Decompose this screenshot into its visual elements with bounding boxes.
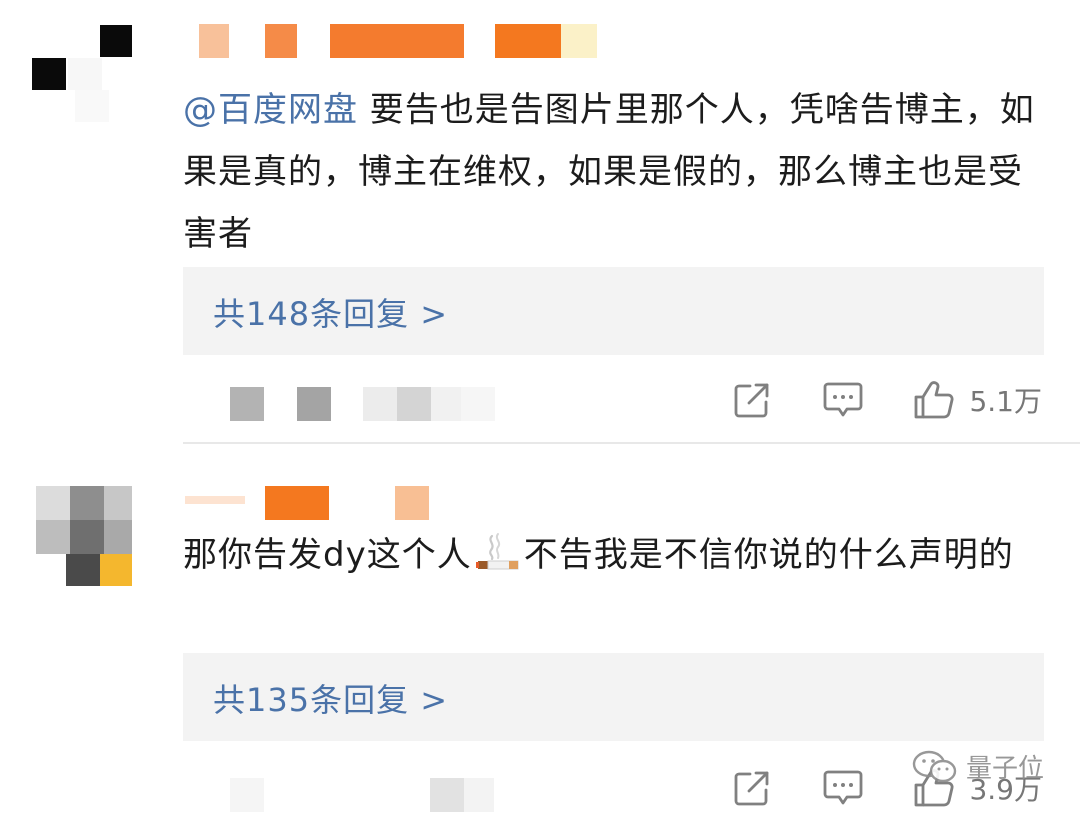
wechat-logo-icon: [912, 750, 957, 782]
comment-icon: [824, 382, 863, 417]
comment-item: @百度网盘 要告也是告图片里那个人，凭啥告博主，如果是真的，博主在维权，如果是假…: [0, 0, 1080, 444]
comment-text: 那你告发dy这个人 不告我是不信你说的什么声明的: [183, 524, 1043, 586]
username[interactable]: [185, 486, 445, 524]
like-button[interactable]: 5.1万: [913, 380, 1042, 420]
view-replies-button[interactable]: 共148条回复 >: [183, 267, 1044, 355]
comment-body: 那你告发dy这个人: [183, 535, 472, 575]
watermark: 量子位: [912, 748, 1044, 785]
reply-button[interactable]: [823, 381, 863, 419]
share-button[interactable]: [733, 769, 771, 807]
share-icon: [735, 383, 769, 418]
view-replies-button[interactable]: 共135条回复 >: [183, 653, 1044, 741]
watermark-text: 量子位: [966, 754, 1045, 784]
cigarette-emoji: [475, 533, 519, 570]
avatar[interactable]: [30, 486, 150, 606]
username[interactable]: [185, 24, 605, 62]
share-button[interactable]: [733, 381, 771, 419]
avatar[interactable]: [30, 20, 150, 140]
replies-count-label: 共148条回复 >: [213, 295, 449, 333]
thumbs-up-icon: [915, 381, 954, 419]
comment-icon: [824, 770, 863, 805]
timestamp-location: [200, 774, 520, 814]
mention-link[interactable]: @百度网盘: [183, 90, 358, 130]
reply-button[interactable]: [823, 769, 863, 807]
replies-count-label: 共135条回复 >: [213, 681, 449, 719]
comment-actions: 5.1万: [733, 378, 1042, 422]
like-count: 5.1万: [969, 385, 1042, 418]
comment-body-continued: 不告我是不信你说的什么声明的: [523, 535, 1014, 575]
timestamp-location: [200, 384, 520, 424]
comment-text: @百度网盘 要告也是告图片里那个人，凭啥告博主，如果是真的，博主在维权，如果是假…: [183, 79, 1043, 265]
share-icon: [735, 771, 769, 806]
